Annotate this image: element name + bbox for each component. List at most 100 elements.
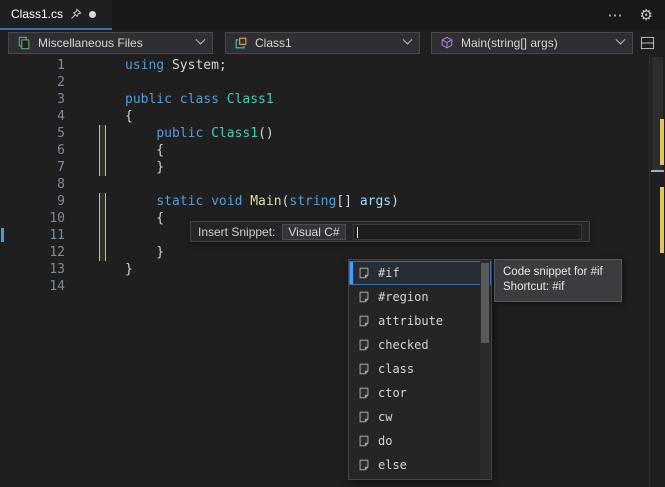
change-bar xyxy=(99,142,106,159)
tooltip-line: Shortcut: #if xyxy=(503,281,565,293)
navigation-bar: Miscellaneous Files Class1 Main(string[]… xyxy=(0,30,665,55)
completion-item[interactable]: cw xyxy=(349,405,491,429)
completion-scrollbar-thumb[interactable] xyxy=(481,263,489,343)
completion-item[interactable]: checked xyxy=(349,333,491,357)
code-text: } xyxy=(125,262,133,277)
code-line[interactable]: 4{ xyxy=(0,108,665,125)
glyph-margin[interactable] xyxy=(0,193,12,210)
glyph-margin[interactable] xyxy=(0,278,12,295)
more-actions-icon[interactable]: ⋯ xyxy=(608,6,624,24)
glyph-margin[interactable] xyxy=(0,210,12,227)
glyph-margin[interactable] xyxy=(0,125,12,142)
completion-item-label: ctor xyxy=(378,386,407,400)
code-line[interactable]: 7 } xyxy=(0,159,665,176)
glyph-margin[interactable] xyxy=(0,244,12,261)
completion-item[interactable]: attribute xyxy=(349,309,491,333)
snippet-search-input[interactable] xyxy=(352,223,582,240)
snippet-icon xyxy=(357,410,371,424)
project-dropdown-label: Miscellaneous Files xyxy=(38,35,143,50)
completion-item-label: attribute xyxy=(378,314,444,328)
change-bar xyxy=(99,278,105,295)
code-line[interactable]: 6 { xyxy=(0,142,665,159)
snippet-icon xyxy=(357,434,371,448)
line-number: 13 xyxy=(49,262,65,277)
project-dropdown[interactable]: Miscellaneous Files xyxy=(8,31,213,54)
code-line[interactable]: 5 public Class1() xyxy=(0,125,665,142)
line-number: 14 xyxy=(49,279,65,294)
snippet-icon xyxy=(357,290,371,304)
completion-item[interactable]: #if xyxy=(349,261,491,285)
snippet-icon xyxy=(357,362,371,376)
completion-item-label: class xyxy=(378,362,415,376)
code-line[interactable]: 3 public class Class1 xyxy=(0,91,665,108)
line-number: 3 xyxy=(57,92,65,107)
snippet-completion-list[interactable]: #if #region attribute checked class ctor cw do e… xyxy=(348,259,492,480)
change-bar xyxy=(99,91,105,108)
change-bar xyxy=(99,210,106,227)
glyph-margin[interactable] xyxy=(0,74,12,91)
glyph-margin[interactable] xyxy=(0,142,12,159)
tab-class1[interactable]: Class1.cs xyxy=(0,0,112,30)
tab-title: Class1.cs xyxy=(11,7,64,21)
completion-item[interactable]: #region xyxy=(349,285,491,309)
type-dropdown-label: Class1 xyxy=(255,35,292,50)
code-line[interactable]: 8 xyxy=(0,176,665,193)
insert-snippet-popup: Insert Snippet: Visual C# xyxy=(190,221,590,242)
code-text: using System; xyxy=(125,58,227,73)
line-number: 6 xyxy=(57,143,65,158)
completion-item[interactable]: ctor xyxy=(349,381,491,405)
change-overview-mark xyxy=(660,119,664,165)
change-bar xyxy=(99,244,106,261)
code-line[interactable]: 9 static void Main(string[] args) xyxy=(0,193,665,210)
completion-item-label: #region xyxy=(378,290,429,304)
snippet-icon xyxy=(357,266,371,280)
class-icon xyxy=(234,36,248,50)
change-bar xyxy=(99,57,105,74)
snippet-icon xyxy=(357,338,371,352)
tooltip-line: Code snippet for #if xyxy=(503,266,603,278)
line-number: 11 xyxy=(49,228,65,243)
split-editor-icon[interactable] xyxy=(640,36,657,50)
completion-item[interactable]: else xyxy=(349,453,491,477)
line-number: 4 xyxy=(57,109,65,124)
completion-item-label: do xyxy=(378,434,393,448)
glyph-margin[interactable] xyxy=(0,227,12,244)
code-text: { xyxy=(125,109,133,124)
chevron-down-icon xyxy=(615,34,626,45)
change-bar xyxy=(99,176,105,193)
snippet-language-chip[interactable]: Visual C# xyxy=(282,223,346,240)
line-number: 2 xyxy=(57,75,65,90)
line-number: 5 xyxy=(57,126,65,141)
completion-item[interactable]: class xyxy=(349,357,491,381)
completion-item-label: cw xyxy=(378,410,393,424)
editor-window: Class1.cs ⋯ ⚙ Miscellaneous Files Class1… xyxy=(0,0,665,487)
code-line[interactable]: 2 xyxy=(0,74,665,91)
glyph-margin[interactable] xyxy=(0,159,12,176)
completion-scrollbar[interactable] xyxy=(480,261,490,478)
line-number: 7 xyxy=(57,160,65,175)
code-editor[interactable]: 1 using System; 2 3 public class Class1 4{5 p… xyxy=(0,55,665,487)
change-bar xyxy=(99,159,106,176)
completion-item[interactable]: do xyxy=(349,429,491,453)
glyph-margin[interactable] xyxy=(0,261,12,278)
code-text: public Class1() xyxy=(156,126,274,141)
editor-scrollbar[interactable] xyxy=(649,55,665,487)
glyph-margin[interactable] xyxy=(0,57,12,74)
tab-bar: Class1.cs ⋯ ⚙ xyxy=(0,0,665,30)
snippet-icon xyxy=(357,458,371,472)
glyph-margin[interactable] xyxy=(0,176,12,193)
misc-files-icon xyxy=(17,36,31,50)
member-dropdown[interactable]: Main(string[] args) xyxy=(431,31,633,54)
insert-snippet-label: Insert Snippet: xyxy=(198,224,276,239)
settings-gear-icon[interactable]: ⚙ xyxy=(640,6,653,24)
type-dropdown[interactable]: Class1 xyxy=(225,31,420,54)
code-line[interactable]: 1 using System; xyxy=(0,57,665,74)
change-bar xyxy=(99,125,106,142)
glyph-margin[interactable] xyxy=(0,91,12,108)
glyph-margin[interactable] xyxy=(0,108,12,125)
line-number: 10 xyxy=(49,211,65,226)
pin-icon[interactable] xyxy=(70,8,82,20)
chevron-down-icon xyxy=(195,34,206,45)
line-number: 12 xyxy=(49,245,65,260)
line-number: 9 xyxy=(57,194,65,209)
